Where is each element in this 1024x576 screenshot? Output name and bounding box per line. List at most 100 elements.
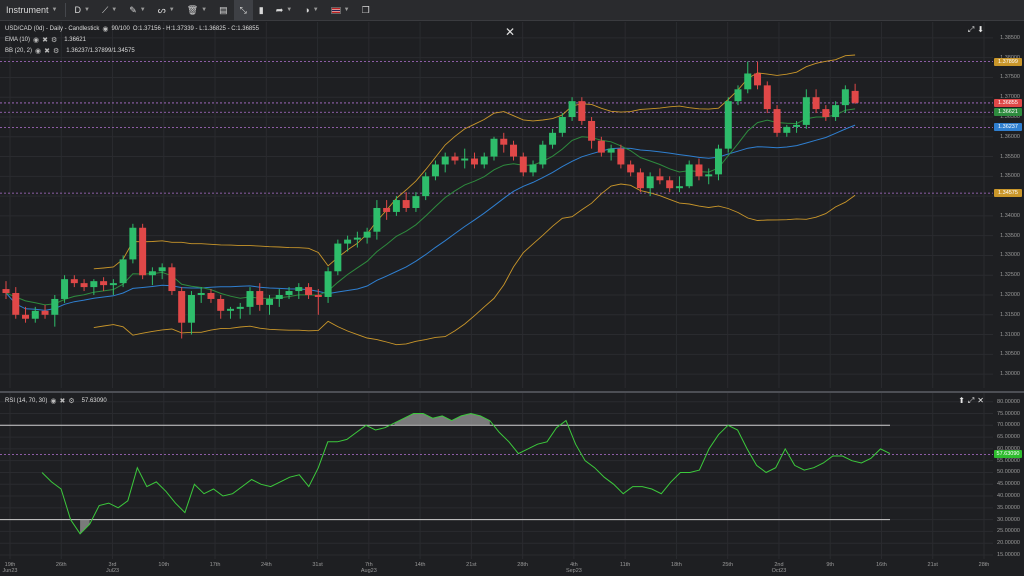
expand-icon[interactable]: ⤢ <box>968 25 974 35</box>
remove-icon[interactable]: ✖ <box>59 397 65 405</box>
date-day-label: 11th <box>620 562 631 568</box>
close-icon[interactable]: ✕ <box>977 396 984 406</box>
candle-body <box>2 289 10 294</box>
rsi-chart[interactable] <box>0 393 1024 559</box>
timeframe-selector[interactable]: D ▼ <box>68 0 95 21</box>
fullscreen-button[interactable]: ⤡ <box>233 0 253 21</box>
date-tick-label: 21st <box>459 562 483 568</box>
candle-body <box>295 287 303 292</box>
candle-body <box>558 117 566 133</box>
bb-legend: BB (20, 2) ◉ ✖ ⚙ 1.36237/1.37899/1.34575 <box>5 47 135 55</box>
price-chart-panel[interactable]: USD/CAD (0d) - Daily - Candlestick ◉ 90/… <box>0 22 1024 388</box>
move-down-icon[interactable]: ⬇ <box>977 25 984 35</box>
candle-body <box>412 196 420 208</box>
indicator-icon: ᔕ <box>157 4 166 15</box>
candle-body <box>266 298 274 305</box>
date-axis[interactable]: 19th Jun23 26th 3rd Jul23 10th 17th 24th 31st 7th… <box>0 559 1024 576</box>
close-icon[interactable]: ✕ <box>505 25 515 39</box>
rsi-tick-label: 35.00000 <box>997 504 1020 511</box>
share-button[interactable]: ➦ ▼ <box>270 0 299 21</box>
candle-body <box>51 298 59 315</box>
candle-body <box>70 279 78 284</box>
price-tick-label: 1.33500 <box>1000 232 1020 239</box>
price-chart[interactable] <box>0 22 1024 388</box>
candle-body <box>178 291 186 323</box>
candle-body <box>168 267 176 292</box>
candle-body <box>158 267 166 272</box>
rsi-tick-label: 25.00000 <box>997 528 1020 535</box>
expand-icon[interactable]: ⤢ <box>968 396 974 406</box>
date-day-label: 14th <box>414 562 426 568</box>
bar-progress: 90/100 <box>111 26 130 32</box>
candle-body <box>246 291 254 307</box>
candle-body <box>129 227 137 260</box>
candle-body <box>802 97 810 125</box>
candle-body <box>568 101 576 117</box>
eye-icon[interactable]: ◉ <box>35 47 41 55</box>
candle-body <box>597 140 605 153</box>
date-tick-label: 7th Aug23 <box>357 562 381 574</box>
date-tick-label: 17th <box>203 562 227 568</box>
price-axis[interactable]: 1.385001.380001.375001.370001.365001.360… <box>993 22 1024 388</box>
eye-icon[interactable]: ◉ <box>50 397 56 405</box>
delete-drawings-button[interactable]: 🗑 ▼ <box>181 0 213 21</box>
language-selector[interactable]: ▼ <box>325 0 356 21</box>
move-up-icon[interactable]: ⬆ <box>958 396 965 406</box>
date-tick-label: 18th <box>664 562 688 568</box>
candle-body <box>510 144 518 157</box>
palette-icon: ◑ <box>304 5 310 15</box>
candle-body <box>100 281 108 286</box>
candle-body <box>685 164 693 187</box>
chart-type-button[interactable]: ▮ <box>253 0 270 21</box>
rsi-axis[interactable]: 80.00000 75.00000 70.00000 65.00000 60.00000… <box>993 393 1024 559</box>
indicators-button[interactable]: ᔕ ▼ <box>152 0 181 21</box>
eye-icon[interactable]: ◉ <box>102 25 108 33</box>
candle-body <box>80 283 88 288</box>
pencil-tool-button[interactable]: ✎ ▼ <box>123 0 152 21</box>
trendline-icon: ⟋ <box>101 4 109 15</box>
date-day-label: 10th <box>158 562 170 568</box>
date-tick-label: 31st <box>306 562 330 568</box>
popout-button[interactable]: ❐ <box>356 0 376 21</box>
candle-body <box>734 89 742 102</box>
layout-button[interactable]: ▤ <box>213 0 234 21</box>
price-tick-label: 1.35500 <box>1000 153 1020 160</box>
candle-body <box>217 298 225 311</box>
date-month-label: Jul23 <box>105 568 120 574</box>
price-tick-label: 1.35000 <box>1000 173 1020 180</box>
trash-icon: 🗑 <box>186 4 199 15</box>
candle-body <box>344 239 352 244</box>
candle-body <box>285 291 293 295</box>
candle-body <box>793 124 801 127</box>
theme-button[interactable]: ◑ ▼ <box>298 0 324 21</box>
remove-icon[interactable]: ✖ <box>42 36 48 44</box>
rsi-panel[interactable]: RSI (14, 70, 30) ◉ ✖ ⚙ 57.63090 ⬆ ⤢ ✕ 80… <box>0 391 1024 559</box>
candle-body <box>22 314 30 319</box>
candle-body <box>812 97 820 110</box>
uk-flag-icon <box>330 6 341 14</box>
date-month-label: Oct23 <box>771 568 787 574</box>
chevron-down-icon: ▼ <box>343 7 350 13</box>
date-tick-label: 16th <box>869 562 893 568</box>
chevron-down-icon: ▼ <box>312 7 319 13</box>
eye-icon[interactable]: ◉ <box>33 36 39 44</box>
candle-body <box>236 306 244 309</box>
chevron-down-icon: ▼ <box>51 7 58 13</box>
rsi-value: 57.63090 <box>81 398 107 404</box>
remove-icon[interactable]: ✖ <box>44 47 50 55</box>
line-tool-button[interactable]: ⟋ ▼ <box>96 0 123 21</box>
date-day-label: 21st <box>466 562 477 568</box>
candle-body <box>578 101 586 121</box>
candle-body <box>324 271 332 297</box>
candle-body <box>31 310 39 319</box>
candle-body <box>373 207 381 232</box>
instrument-selector[interactable]: Instrument ▼ <box>0 0 63 21</box>
candle-body <box>61 279 69 299</box>
settings-icon[interactable]: ⚙ <box>68 397 74 405</box>
candle-body <box>705 174 713 177</box>
pencil-icon: ✎ <box>129 4 137 15</box>
settings-icon[interactable]: ⚙ <box>51 36 57 44</box>
settings-icon[interactable]: ⚙ <box>53 47 59 55</box>
date-tick-label: 28th <box>972 562 996 568</box>
chevron-down-icon: ▼ <box>139 7 146 13</box>
